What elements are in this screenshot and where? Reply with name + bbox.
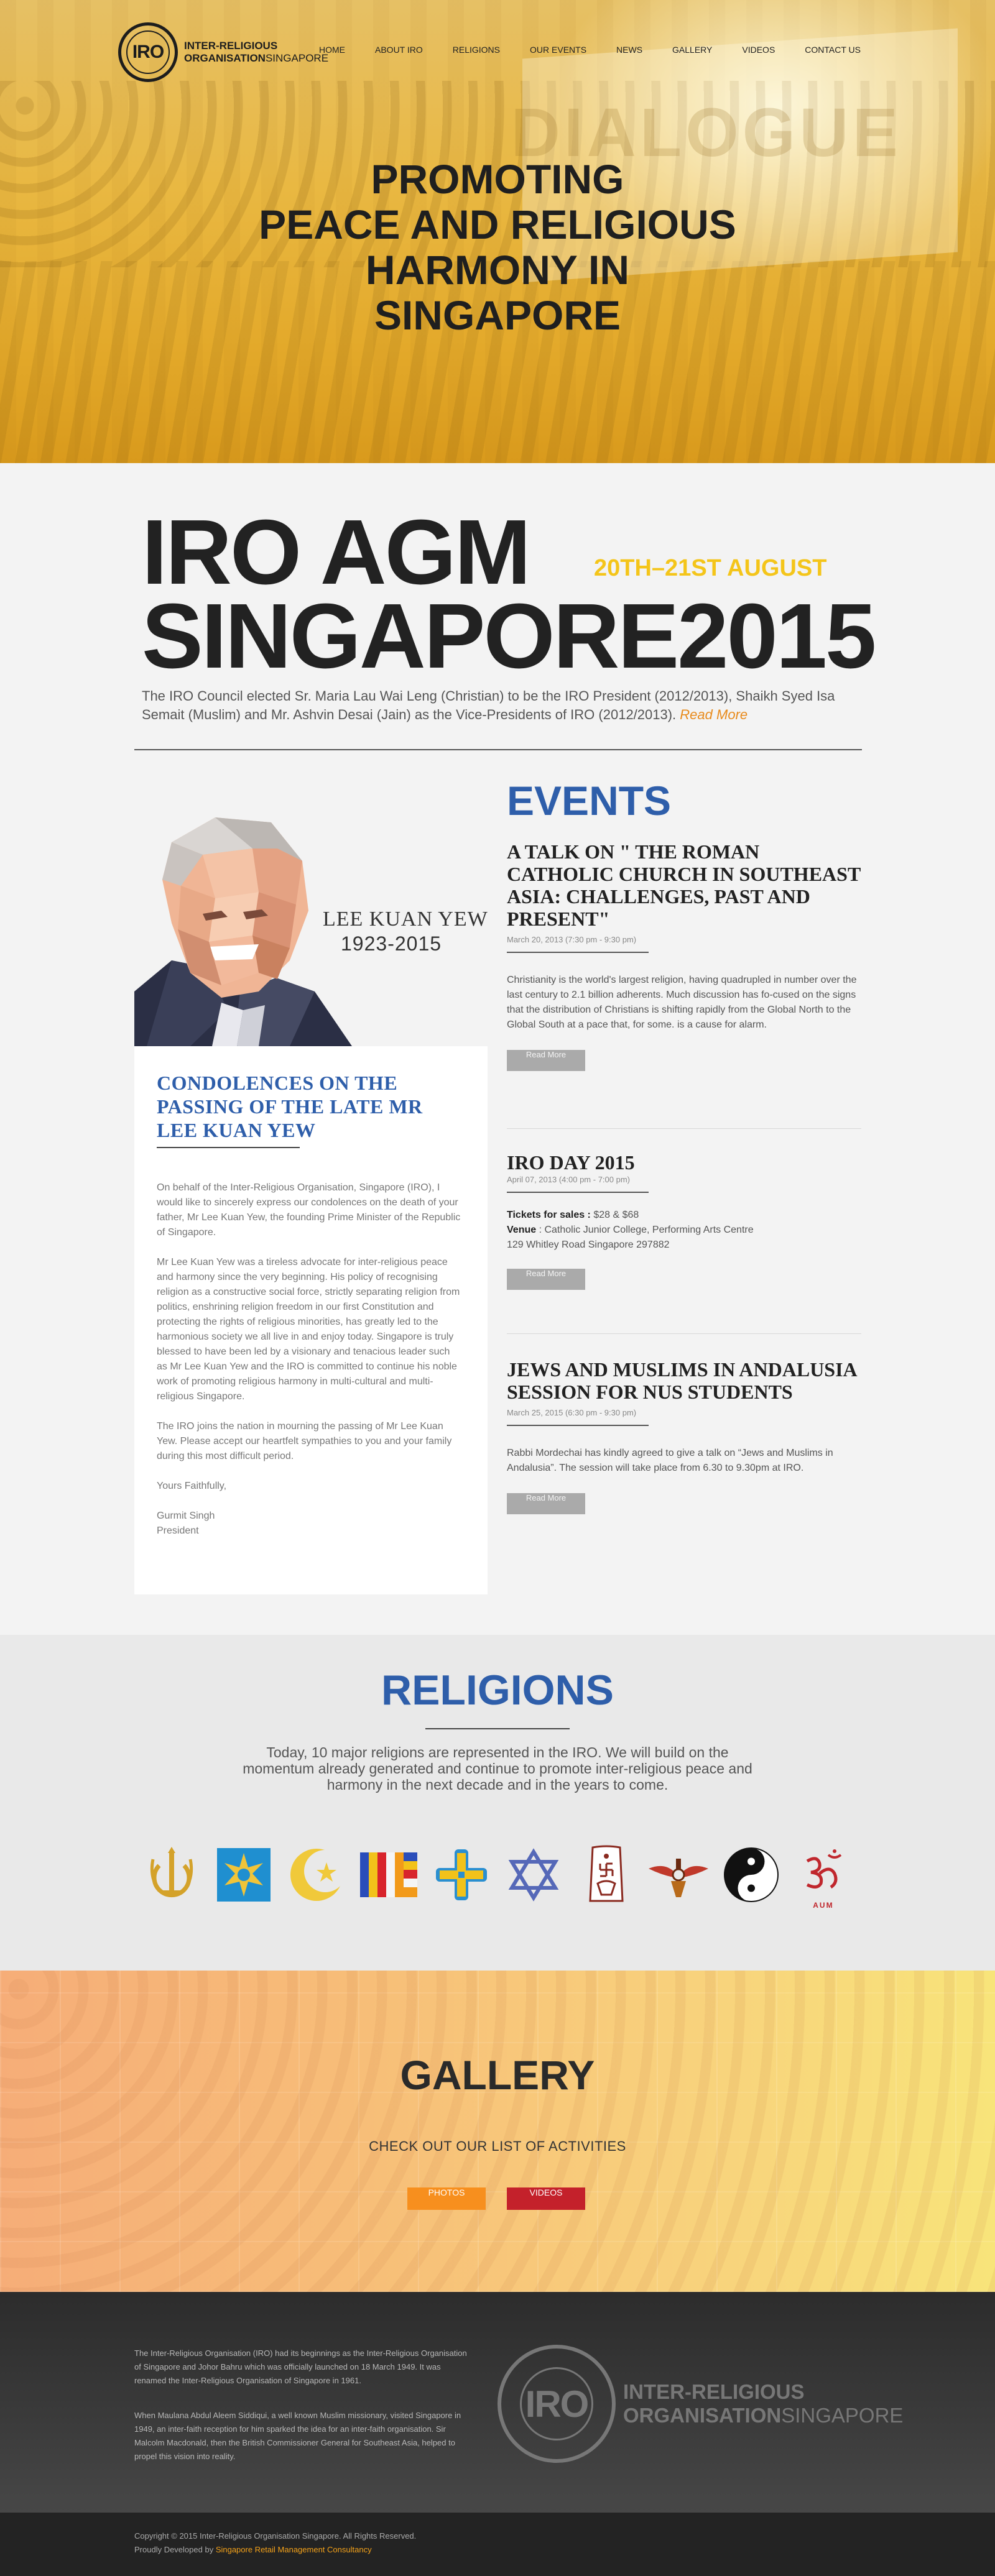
nav-videos[interactable]: VIDEOS [742, 45, 775, 55]
event-read-more-button[interactable]: Read More [507, 1269, 585, 1290]
condolence-signoff: Yours Faithfully, [157, 1481, 227, 1491]
gallery-videos-button[interactable]: VIDEOS [507, 2187, 585, 2210]
event-date: April 07, 2013 (4:00 pm - 7:00 pm) [507, 1175, 630, 1184]
divider [507, 1192, 649, 1193]
footer-logo-wordmark: INTER-RELIGIOUS ORGANISATIONSINGAPORE [623, 2380, 904, 2427]
lee-kuan-yew-portrait: LEE KUAN YEW 1923-2015 [134, 805, 488, 1046]
hero-title: PROMOTING PEACE AND RELIGIOUS HARMONY IN… [259, 156, 736, 338]
nav-home[interactable]: HOME [319, 45, 345, 55]
agm-date: 20TH–21ST AUGUST [594, 555, 827, 581]
gallery-photo-mosaic [0, 1971, 995, 2292]
event-date: March 25, 2015 (6:30 pm - 9:30 pm) [507, 1408, 637, 1417]
crescent-star-icon[interactable] [287, 1845, 346, 1905]
developer-link[interactable]: Singapore Retail Management Consultancy [216, 2545, 372, 2554]
event-details: Tickets for sales : $28 & $68 Venue : Ca… [507, 1210, 754, 1250]
zoroastrian-faravahar-icon[interactable] [649, 1845, 709, 1905]
gallery-heading: GALLERY [400, 2052, 595, 2098]
event-item: JEWS AND MUSLIMS IN ANDALUSIA SESSION FO… [507, 1358, 861, 1514]
event-title[interactable]: IRO DAY 2015 [507, 1151, 861, 1174]
event-title[interactable]: JEWS AND MUSLIMS IN ANDALUSIA SESSION FO… [507, 1358, 861, 1403]
iro-logo-icon: IRO [118, 22, 178, 82]
buddhist-flag-icon[interactable] [359, 1845, 419, 1905]
gallery-subtitle: CHECK OUT OUR LIST OF ACTIVITIES [369, 2138, 626, 2154]
event-item: A TALK ON " THE ROMAN CATHOLIC CHURCH IN… [507, 840, 861, 1071]
agm-read-more-link[interactable]: Read More [680, 707, 747, 722]
nav-news[interactable]: NEWS [616, 45, 642, 55]
agm-title-line2: SINGAPORE2015 [142, 585, 876, 688]
copyright-text: Copyright © 2015 Inter-Religious Organis… [134, 2531, 417, 2541]
religion-symbols: AUM [142, 1844, 853, 1910]
christian-cross-icon[interactable] [432, 1845, 491, 1905]
condolence-signature: Gurmit Singh President [157, 1511, 215, 1536]
event-description: Christianity is the world's largest reli… [507, 975, 857, 1030]
footer-logo: IRO INTER-RELIGIOUS ORGANISATIONSINGAPOR… [497, 2345, 903, 2463]
jain-symbol-icon[interactable] [576, 1845, 636, 1905]
event-read-more-button[interactable]: Read More [507, 1050, 585, 1071]
event-description: Rabbi Mordechai has kindly agreed to giv… [507, 1448, 833, 1473]
event-item: IRO DAY 2015 April 07, 2013 (4:00 pm - 7… [507, 1151, 861, 1290]
nav-about[interactable]: ABOUT IRO [375, 45, 423, 55]
bahai-star-icon[interactable] [214, 1845, 274, 1905]
om-caption: AUM [813, 1901, 834, 1910]
events-heading: EVENTS [507, 778, 672, 824]
agm-description: The IRO Council elected Sr. Maria Lau Wa… [142, 688, 835, 722]
copyright-bar: Copyright © 2015 Inter-Religious Organis… [0, 2513, 995, 2576]
agm-section: IRO AGM 20TH–21ST AUGUST SINGAPORE2015 T… [0, 463, 995, 1635]
religions-section: RELIGIONS Today, 10 major religions are … [0, 1635, 995, 1971]
gallery-photos-button[interactable]: PHOTOS [407, 2187, 486, 2210]
condolence-paragraph: Mr Lee Kuan Yew was a tireless advocate … [157, 1257, 460, 1402]
divider [507, 1425, 649, 1426]
nav-contact[interactable]: CONTACT US [805, 45, 861, 55]
divider [134, 749, 862, 750]
religions-heading: RELIGIONS [381, 1667, 614, 1714]
nav-gallery[interactable]: GALLERY [672, 45, 712, 55]
event-separator [507, 1128, 861, 1129]
khanda-icon[interactable] [142, 1845, 201, 1905]
religions-description: Today, 10 major religions are represente… [243, 1744, 752, 1793]
footer-history-paragraph: When Maulana Abdul Aleem Siddiqui, a wel… [134, 2411, 461, 2461]
event-read-more-button[interactable]: Read More [507, 1493, 585, 1514]
divider [425, 1728, 570, 1729]
yin-yang-icon[interactable] [721, 1845, 781, 1905]
footer: The Inter-Religious Organisation (IRO) h… [0, 2292, 995, 2513]
footer-about-paragraph: The Inter-Religious Organisation (IRO) h… [134, 2348, 467, 2385]
divider [507, 952, 649, 953]
event-date: March 20, 2013 (7:30 pm - 9:30 pm) [507, 935, 637, 944]
portrait-name: LEE KUAN YEW [323, 908, 488, 931]
hero-banner: DIALOGUE IRO INTER-RELIGIOUS ORGANISATIO… [0, 0, 995, 463]
nav-religions[interactable]: RELIGIONS [453, 45, 500, 55]
om-icon[interactable]: AUM [794, 1845, 853, 1910]
condolence-paragraph: On behalf of the Inter-Religious Organis… [157, 1182, 461, 1238]
developer-credit: Proudly Developed by Singapore Retail Ma… [134, 2545, 372, 2554]
star-of-david-icon[interactable] [504, 1845, 563, 1905]
condolence-paragraph: The IRO joins the nation in mourning the… [157, 1421, 452, 1461]
event-title[interactable]: A TALK ON " THE ROMAN CATHOLIC CHURCH IN… [507, 840, 861, 930]
nav-our-events[interactable]: OUR EVENTS [530, 45, 586, 55]
divider [157, 1147, 300, 1148]
condolence-heading: CONDOLENCES ON THE PASSING OF THE LATE M… [157, 1072, 423, 1141]
portrait-years: 1923-2015 [341, 932, 442, 955]
iro-logo-icon: IRO [497, 2345, 616, 2463]
gallery-section: GALLERY CHECK OUT OUR LIST OF ACTIVITIES… [0, 1971, 995, 2292]
main-nav: HOME ABOUT IRO RELIGIONS OUR EVENTS NEWS… [289, 45, 861, 55]
condolence-card: CONDOLENCES ON THE PASSING OF THE LATE M… [134, 1046, 488, 1594]
event-separator [507, 1333, 861, 1334]
